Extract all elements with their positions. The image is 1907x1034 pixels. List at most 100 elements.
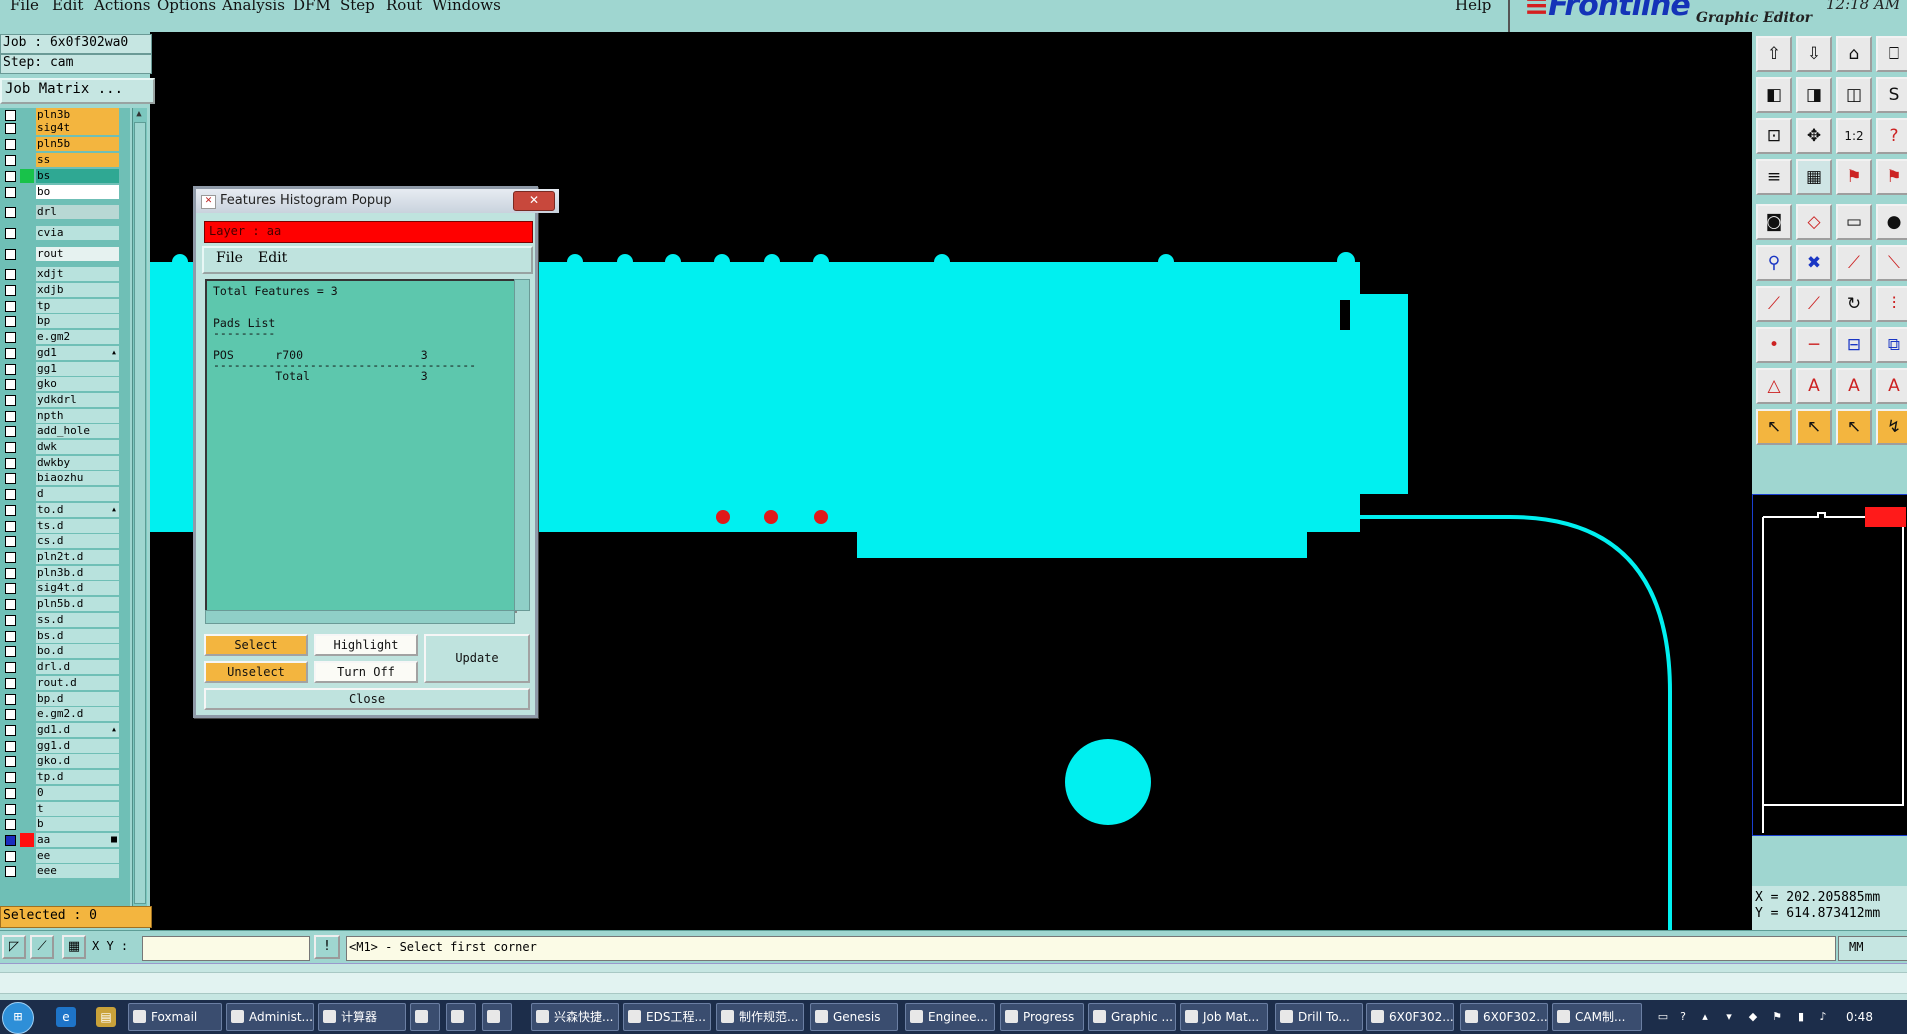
layer-row[interactable]: ss.d	[0, 613, 120, 627]
layer-name[interactable]: gd1.d	[36, 723, 119, 737]
menu-step[interactable]: Step	[340, 0, 375, 14]
layer-checkbox[interactable]	[5, 835, 16, 846]
layer-name[interactable]: pln3b.d	[36, 566, 119, 580]
xy-input[interactable]	[142, 936, 310, 961]
layer-checkbox[interactable]	[5, 819, 16, 830]
layer-row[interactable]: gd1.d ▴	[0, 723, 120, 737]
tool-button-icon[interactable]: ⌂	[1836, 36, 1872, 72]
tool-button-icon[interactable]: ◧	[1756, 77, 1792, 113]
layer-row[interactable]: d	[0, 487, 120, 501]
layer-name[interactable]: gg1.d	[36, 739, 119, 753]
layer-name[interactable]: add_hole	[36, 424, 119, 438]
taskbar-item[interactable]: Foxmail	[128, 1003, 222, 1031]
layer-row[interactable]: xdjt	[0, 267, 120, 281]
tool-button-icon[interactable]: △	[1756, 368, 1792, 404]
layer-checkbox[interactable]	[5, 458, 16, 469]
layer-checkbox[interactable]	[5, 772, 16, 783]
layer-row[interactable]: dwkby	[0, 456, 120, 470]
tray-flag-icon[interactable]: ⚑	[1770, 1010, 1784, 1024]
taskbar-item[interactable]: Graphic ...	[1088, 1003, 1176, 1031]
tool-button-icon[interactable]: ⊟	[1836, 327, 1872, 363]
layer-name[interactable]: b	[36, 817, 119, 831]
layer-checkbox[interactable]	[5, 694, 16, 705]
layer-checkbox[interactable]	[5, 269, 16, 280]
layer-name[interactable]: rout	[36, 247, 119, 261]
menu-file[interactable]: File	[10, 0, 39, 14]
layer-checkbox[interactable]	[5, 646, 16, 657]
layer-checkbox[interactable]	[5, 866, 16, 877]
layer-checkbox[interactable]	[5, 709, 16, 720]
layer-checkbox[interactable]	[5, 442, 16, 453]
layer-row[interactable]: dwk	[0, 440, 120, 454]
taskbar-item[interactable]: Progress	[1000, 1003, 1084, 1031]
measure-icon[interactable]: ⟋	[30, 935, 54, 959]
info-icon[interactable]: !	[314, 935, 340, 959]
layer-row[interactable]: drl.d	[0, 660, 120, 674]
taskbar-item[interactable]: CAM制...	[1552, 1003, 1642, 1031]
tool-button-icon[interactable]: ↯	[1876, 409, 1907, 445]
layer-row[interactable]: pln3b.d	[0, 566, 120, 580]
tool-button-icon[interactable]: ⟋	[1836, 245, 1872, 281]
layer-row[interactable]: ydkdrl	[0, 393, 120, 407]
tool-button-icon[interactable]: •	[1756, 327, 1792, 363]
layer-row[interactable]: t	[0, 802, 120, 816]
layer-row[interactable]: cvia	[0, 226, 120, 240]
layer-name[interactable]: dwkby	[36, 456, 119, 470]
tool-button-icon[interactable]: ⟋	[1756, 286, 1792, 322]
tool-button-icon[interactable]: ▭	[1836, 204, 1872, 240]
layer-row[interactable]: gg1	[0, 362, 120, 376]
layer-checkbox[interactable]	[5, 583, 16, 594]
grid-icon[interactable]: ▦	[62, 935, 86, 959]
layer-row[interactable]: sig4t	[0, 121, 120, 135]
taskbar-item[interactable]: 6X0F302...	[1366, 1003, 1454, 1031]
layer-name[interactable]: pln3b	[36, 108, 119, 122]
layer-row[interactable]: bs.d	[0, 629, 120, 643]
layer-name[interactable]: xdjb	[36, 283, 119, 297]
tool-button-icon[interactable]: ─	[1796, 327, 1832, 363]
tool-button-icon[interactable]: A	[1876, 368, 1907, 404]
pad-r700[interactable]	[716, 510, 730, 524]
tool-button-icon[interactable]: ?	[1876, 118, 1907, 154]
layer-name[interactable]: e.gm2.d	[36, 707, 119, 721]
layer-checkbox[interactable]	[5, 395, 16, 406]
tool-button-icon[interactable]: ⚲	[1756, 245, 1792, 281]
tool-button-icon[interactable]: ≡	[1756, 159, 1792, 195]
layer-name[interactable]: sig4t.d	[36, 581, 119, 595]
layer-checkbox[interactable]	[5, 804, 16, 815]
layer-row[interactable]: e.gm2	[0, 330, 120, 344]
layer-row[interactable]: biaozhu	[0, 471, 120, 485]
layer-name[interactable]: aa	[36, 833, 119, 847]
tool-button-icon[interactable]: ◙	[1756, 204, 1792, 240]
popup-menu-edit[interactable]: Edit	[258, 248, 287, 268]
layer-checkbox[interactable]	[5, 741, 16, 752]
layer-row[interactable]: gg1.d	[0, 739, 120, 753]
tool-button-icon[interactable]: ⟍	[1876, 245, 1907, 281]
layer-name[interactable]: sig4t	[36, 121, 119, 135]
layer-name[interactable]: gko	[36, 377, 119, 391]
tool-button-icon[interactable]: ↖	[1756, 409, 1792, 445]
turn-off-button[interactable]: Turn Off	[314, 661, 418, 683]
layer-row[interactable]: bs	[0, 169, 120, 183]
layer-name[interactable]: d	[36, 487, 119, 501]
scroll-up-icon[interactable]: ▲	[134, 109, 144, 119]
layer-name[interactable]: cvia	[36, 226, 119, 240]
layer-checkbox[interactable]	[5, 662, 16, 673]
layer-name[interactable]: ss.d	[36, 613, 119, 627]
layer-row[interactable]: gko.d	[0, 754, 120, 768]
layer-checkbox[interactable]	[5, 155, 16, 166]
layer-name[interactable]: bp	[36, 314, 119, 328]
layer-checkbox[interactable]	[5, 379, 16, 390]
popup-menu-file[interactable]: File	[216, 248, 243, 268]
layer-name[interactable]: drl.d	[36, 660, 119, 674]
layer-row[interactable]: pln2t.d	[0, 550, 120, 564]
menu-analysis[interactable]: Analysis	[222, 0, 285, 14]
taskbar-item[interactable]: Enginee...	[905, 1003, 995, 1031]
layer-checkbox[interactable]	[5, 756, 16, 767]
layer-checkbox[interactable]	[5, 228, 16, 239]
layer-row[interactable]: gd1 ▴	[0, 346, 120, 360]
layer-checkbox[interactable]	[5, 552, 16, 563]
layer-color-swatch[interactable]	[20, 833, 34, 847]
taskbar-item[interactable]: 计算器	[318, 1003, 406, 1031]
menu-dfm[interactable]: DFM	[293, 0, 331, 14]
layer-name[interactable]: pln5b	[36, 137, 119, 151]
